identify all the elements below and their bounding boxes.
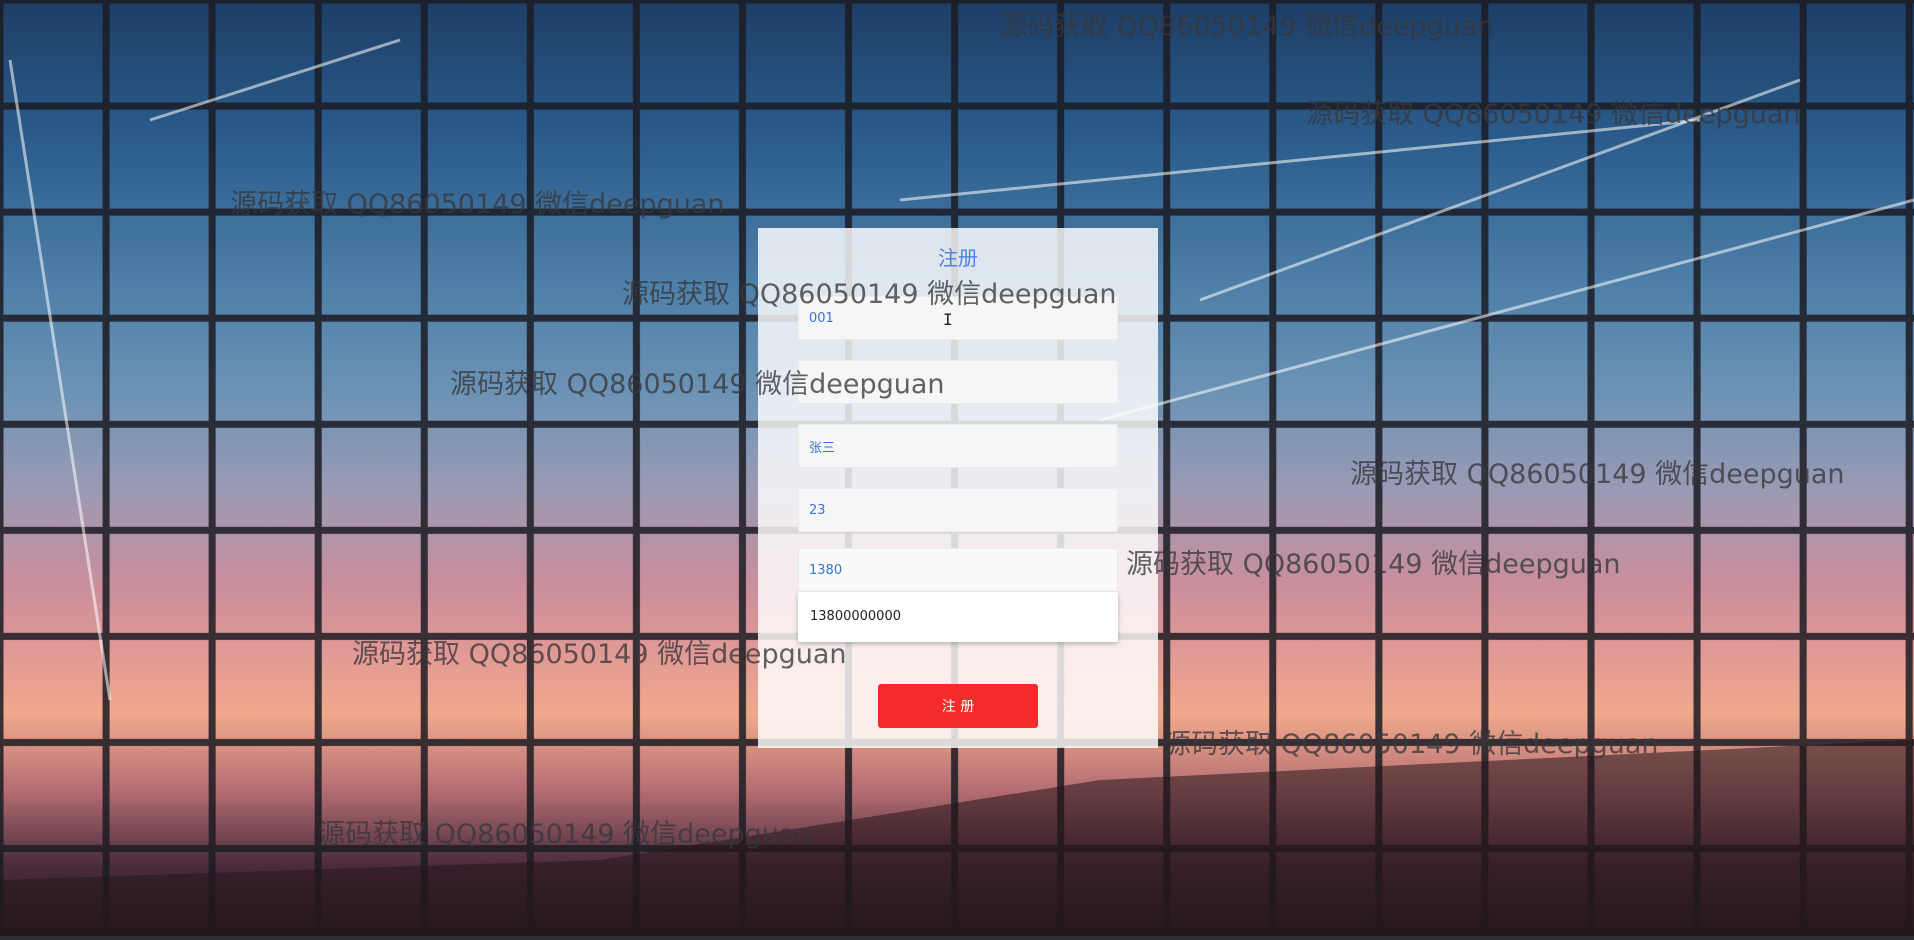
password-field[interactable] (798, 360, 1118, 404)
age-field[interactable] (798, 488, 1118, 532)
page-title: 注册 (938, 246, 978, 270)
account-field[interactable] (798, 296, 1118, 340)
name-field[interactable] (798, 424, 1118, 468)
autocomplete-suggestion[interactable]: 13800000000 (798, 592, 1118, 642)
text-cursor-icon: I (943, 310, 953, 329)
phone-field[interactable] (798, 548, 1118, 592)
window-bottom-edge (0, 936, 1914, 940)
register-panel: 注册 13800000000 注 册 (758, 228, 1158, 748)
register-button[interactable]: 注 册 (878, 684, 1038, 728)
